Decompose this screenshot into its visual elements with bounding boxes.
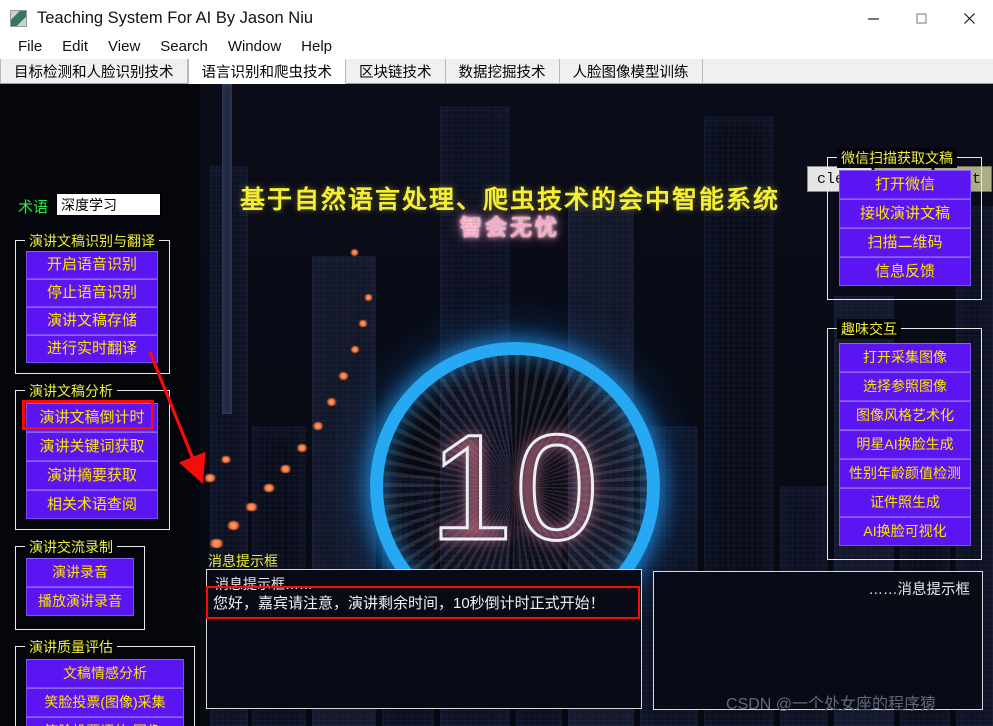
- btn-gender-age-beauty-detect[interactable]: 性别年龄颜值检测: [839, 459, 971, 488]
- btn-play-speech-record[interactable]: 播放演讲录音: [26, 587, 134, 616]
- btn-scan-qr-code[interactable]: 扫描二维码: [839, 228, 971, 257]
- btn-speech-summary[interactable]: 演讲摘要获取: [26, 461, 158, 490]
- watermark: CSDN @一个处女座的程序猿: [726, 696, 937, 713]
- page-subtitle: 智会无忧: [459, 215, 560, 240]
- btn-speech-countdown[interactable]: 演讲文稿倒计时: [26, 403, 158, 432]
- btn-open-captured-image[interactable]: 打开采集图像: [839, 343, 971, 372]
- menu-item-search[interactable]: Search: [150, 36, 218, 57]
- application-window: Teaching System For AI By Jason Niu File…: [0, 0, 993, 726]
- btn-id-photo-generate[interactable]: 证件照生成: [839, 488, 971, 517]
- title-bar: Teaching System For AI By Jason Niu: [0, 0, 993, 37]
- btn-start-speech-recognition[interactable]: 开启语音识别: [26, 251, 158, 279]
- group-title: 演讲交流录制: [25, 537, 117, 557]
- group-title: 演讲质量评估: [25, 637, 117, 657]
- group-fun-interaction: 趣味交互 打开采集图像 选择参照图像 图像风格艺术化 明星AI换脸生成 性别年龄…: [827, 319, 982, 560]
- btn-save-speech-draft[interactable]: 演讲文稿存储: [26, 307, 158, 335]
- menu-item-view[interactable]: View: [98, 36, 150, 57]
- tab-blockchain[interactable]: 区块链技术: [346, 59, 446, 83]
- group-title: 演讲文稿识别与翻译: [25, 231, 159, 251]
- menu-bar: File Edit View Search Window Help: [0, 33, 993, 59]
- menu-item-help[interactable]: Help: [291, 36, 342, 57]
- tab-object-face-detection[interactable]: 目标检测和人脸识别技术: [0, 59, 188, 83]
- btn-draft-sentiment-analysis[interactable]: 文稿情感分析: [26, 659, 184, 688]
- tab-face-model-training[interactable]: 人脸图像模型训练: [559, 59, 703, 83]
- btn-select-reference-image[interactable]: 选择参照图像: [839, 372, 971, 401]
- group-wechat-scan-get-draft: 微信扫描获取文稿 打开微信 接收演讲文稿 扫描二维码 信息反馈: [827, 148, 982, 300]
- btn-stop-speech-recognition[interactable]: 停止语音识别: [26, 279, 158, 307]
- btn-speech-keywords[interactable]: 演讲关键词获取: [26, 432, 158, 461]
- menu-item-file[interactable]: File: [8, 36, 52, 57]
- tab-data-mining[interactable]: 数据挖掘技术: [445, 59, 560, 83]
- btn-open-wechat[interactable]: 打开微信: [839, 170, 971, 199]
- minimize-icon[interactable]: [849, 0, 897, 37]
- group-speech-recognition-translation: 演讲文稿识别与翻译 开启语音识别 停止语音识别 演讲文稿存储 进行实时翻译: [15, 231, 170, 374]
- tab-speech-crawler[interactable]: 语言识别和爬虫技术: [187, 59, 346, 84]
- btn-celebrity-ai-faceswap[interactable]: 明星AI换脸生成: [839, 430, 971, 459]
- btn-smile-vote-eval-image[interactable]: 笑脸投票评估(图像): [26, 717, 184, 726]
- tab-bar: 目标检测和人脸识别技术 语言识别和爬虫技术 区块链技术 数据挖掘技术 人脸图像模…: [0, 59, 993, 84]
- term-label: 术语: [18, 199, 49, 216]
- btn-receive-draft[interactable]: 接收演讲文稿: [839, 199, 971, 228]
- btn-realtime-translate[interactable]: 进行实时翻译: [26, 335, 158, 363]
- group-speech-quality-evaluation: 演讲质量评估 文稿情感分析 笑脸投票(图像)采集 笑脸投票评估(图像) 笑脸投票…: [15, 637, 195, 726]
- message-line-2: 您好，嘉宾请注意，演讲剩余时间，10秒倒计时正式开始！: [213, 595, 605, 612]
- app-icon: [10, 10, 27, 27]
- btn-smile-vote-image-collect[interactable]: 笑脸投票(图像)采集: [26, 688, 184, 717]
- group-title: 演讲文稿分析: [25, 381, 117, 401]
- term-input[interactable]: [56, 193, 161, 216]
- right-message-panel-label: ……消息提示框: [868, 582, 971, 598]
- window-controls: [849, 0, 993, 37]
- message-panel-label: 消息提示框: [208, 553, 278, 569]
- menu-item-window[interactable]: Window: [218, 36, 291, 57]
- maximize-icon[interactable]: [897, 0, 945, 37]
- btn-related-terms-lookup[interactable]: 相关术语查阅: [26, 490, 158, 519]
- btn-ai-faceswap-visualize[interactable]: AI换脸可视化: [839, 517, 971, 546]
- window-title: Teaching System For AI By Jason Niu: [37, 9, 314, 27]
- group-title: 微信扫描获取文稿: [837, 148, 957, 168]
- group-speech-draft-analysis: 演讲文稿分析 演讲文稿倒计时 演讲关键词获取 演讲摘要获取 相关术语查阅: [15, 381, 170, 530]
- btn-message-feedback[interactable]: 信息反馈: [839, 257, 971, 286]
- group-speech-recording: 演讲交流录制 演讲录音 播放演讲录音: [15, 537, 145, 630]
- main-canvas: 10 基于自然语言处理、爬虫技术的会中智能系统 智会无忧 clear End E…: [0, 84, 993, 726]
- menu-item-edit[interactable]: Edit: [52, 36, 98, 57]
- btn-image-style-transfer[interactable]: 图像风格艺术化: [839, 401, 971, 430]
- btn-record-speech[interactable]: 演讲录音: [26, 558, 134, 587]
- group-title: 趣味交互: [837, 319, 901, 339]
- close-icon[interactable]: [945, 0, 993, 37]
